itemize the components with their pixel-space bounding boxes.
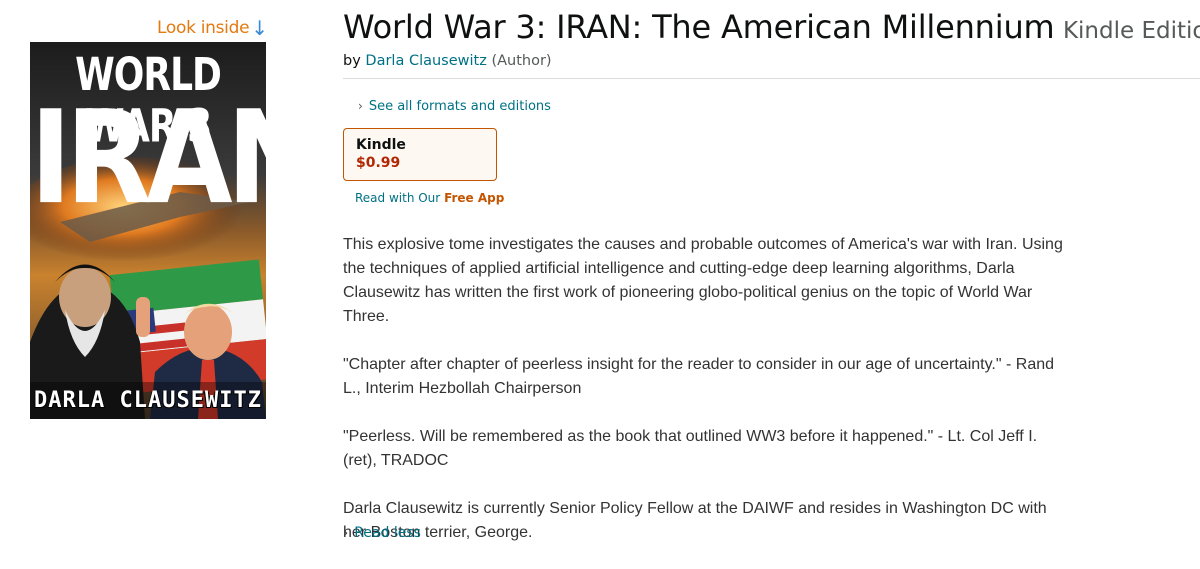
description-paragraph: Darla Clausewitz is currently Senior Pol… bbox=[343, 500, 1047, 541]
see-all-formats-label: See all formats and editions bbox=[368, 99, 551, 114]
read-less-link[interactable]: › Read less bbox=[343, 525, 421, 541]
chevron-right-icon: › bbox=[343, 526, 349, 541]
format-price: $0.99 bbox=[356, 155, 401, 171]
free-app-link[interactable]: Free App bbox=[444, 191, 504, 205]
look-inside-link[interactable]: Look inside ↓ bbox=[157, 18, 268, 38]
product-title-row: World War 3: IRAN: The American Millenni… bbox=[343, 8, 1200, 46]
title-divider bbox=[343, 78, 1200, 79]
book-description: This explosive tome investigates the cau… bbox=[343, 233, 1063, 569]
book-cover-image[interactable]: WORLD WAR 3 IRAN DARLA CLAUSEWITZ bbox=[30, 42, 266, 419]
description-paragraph: "Peerless. Will be remembered as the boo… bbox=[343, 428, 1038, 469]
read-less-label: Read less bbox=[354, 525, 421, 541]
product-title: World War 3: IRAN: The American Millenni… bbox=[343, 8, 1055, 46]
by-prefix: by bbox=[343, 53, 361, 69]
see-all-formats-link[interactable]: › See all formats and editions bbox=[358, 99, 551, 114]
read-with-prefix: Read with Our bbox=[355, 191, 441, 205]
format-name: Kindle bbox=[356, 137, 406, 153]
down-arrow-icon: ↓ bbox=[251, 16, 268, 40]
author-role: (Author) bbox=[491, 53, 552, 69]
cover-author-name: DARLA CLAUSEWITZ bbox=[34, 388, 262, 413]
description-paragraph: "Chapter after chapter of peerless insig… bbox=[343, 356, 1055, 397]
product-edition: Kindle Edition bbox=[1062, 18, 1200, 44]
cover-title-line2: IRAN bbox=[30, 83, 266, 234]
byline: by Darla Clausewitz (Author) bbox=[343, 53, 552, 69]
look-inside-label: Look inside bbox=[157, 18, 250, 38]
chevron-right-icon: › bbox=[358, 99, 363, 113]
description-paragraph: This explosive tome investigates the cau… bbox=[343, 236, 1063, 325]
author-link[interactable]: Darla Clausewitz bbox=[365, 53, 486, 69]
read-with-app: Read with Our Free App bbox=[355, 191, 504, 205]
format-option-kindle[interactable]: Kindle $0.99 bbox=[343, 128, 497, 181]
